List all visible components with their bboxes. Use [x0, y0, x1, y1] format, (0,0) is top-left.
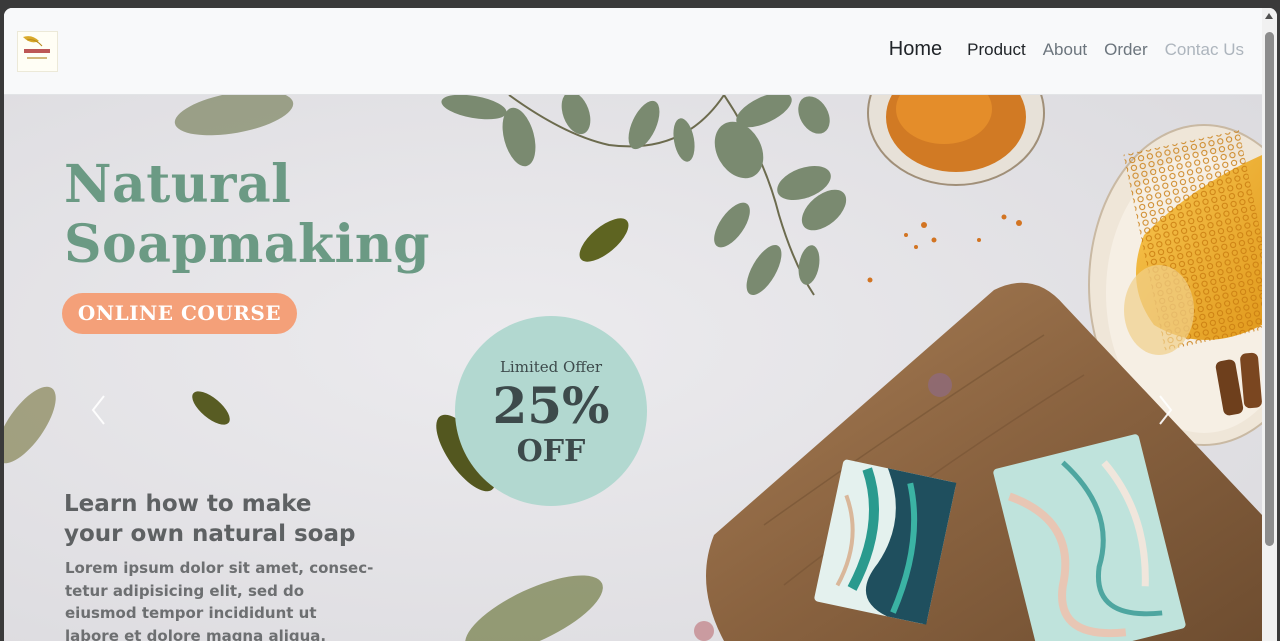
scroll-up-arrow-icon[interactable] — [1265, 13, 1273, 19]
nav-about-link[interactable]: About — [1043, 40, 1087, 60]
hero-body-text: Lorem ipsum dolor sit amet, consec-tetur… — [65, 559, 374, 641]
hero-title-line2: Soapmaking — [64, 214, 430, 275]
browser-window: Home Product About Order Contac Us Natur… — [4, 8, 1277, 641]
hero-subheading: Learn how to make your own natural soap — [64, 489, 394, 549]
nav-home-link[interactable]: Home — [889, 38, 942, 61]
chevron-left-icon — [91, 395, 105, 425]
limited-offer-circle: Limited Offer 25% OFF — [455, 316, 647, 506]
main-nav: Home Product About Order Contac Us — [889, 38, 1244, 61]
online-course-badge: ONLINE COURSE — [62, 293, 297, 334]
offer-off: OFF — [516, 434, 586, 469]
offer-label: Limited Offer — [499, 358, 603, 376]
carousel-next-button[interactable] — [1150, 390, 1180, 430]
nav-order-link[interactable]: Order — [1104, 40, 1147, 60]
hero-title-line1: Natural — [64, 154, 292, 215]
hero-carousel: Natural Soapmaking ONLINE COURSE Limited… — [4, 95, 1262, 641]
nav-contact-link[interactable]: Contac Us — [1165, 40, 1244, 60]
scrollbar-thumb[interactable] — [1265, 32, 1274, 546]
subheading-line2: your own natural soap — [64, 521, 356, 547]
hero-title: Natural Soapmaking — [64, 155, 430, 275]
offer-percent: 25% — [492, 376, 610, 435]
subheading-line1: Learn how to make — [64, 491, 312, 517]
site-logo[interactable] — [17, 31, 58, 72]
chevron-right-icon — [1159, 395, 1173, 425]
navbar: Home Product About Order Contac Us — [4, 8, 1262, 95]
carousel-prev-button[interactable] — [84, 390, 114, 430]
vertical-scrollbar[interactable] — [1262, 8, 1277, 641]
nav-product-link[interactable]: Product — [967, 40, 1026, 60]
